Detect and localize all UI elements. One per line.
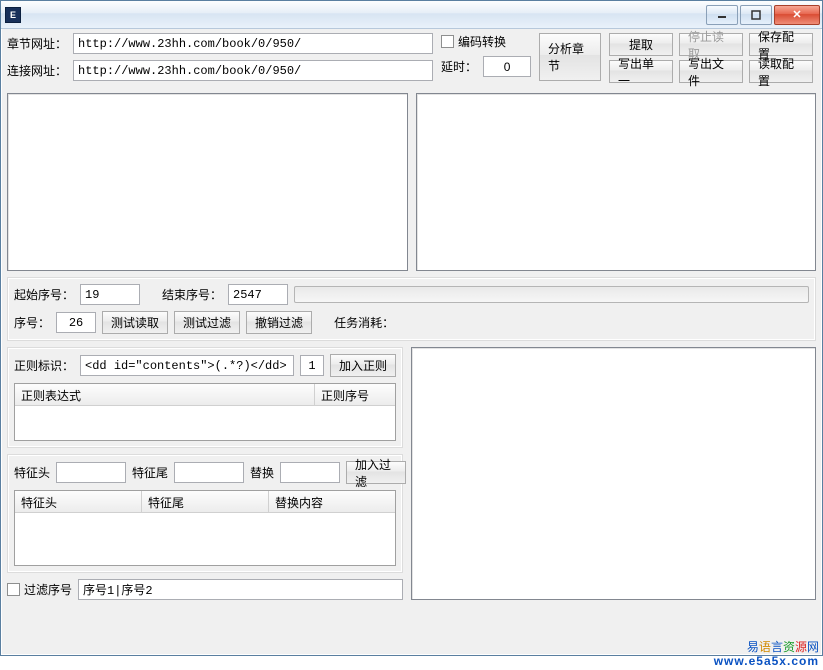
range-panel: 起始序号： 结束序号： 序号： 测试读取 测试过滤 撤销过滤 任务消耗： bbox=[7, 277, 816, 341]
regex-panel: 正则标识： 加入正则 正则表达式 正则序号 bbox=[7, 347, 403, 448]
regex-list[interactable]: 正则表达式 正则序号 bbox=[14, 383, 396, 441]
filter-seq-checkbox[interactable]: 过滤序号 bbox=[7, 581, 72, 598]
load-config-button[interactable]: 读取配置 bbox=[749, 60, 813, 83]
watermark-title: 易语言资源网 bbox=[714, 640, 819, 654]
add-regex-button[interactable]: 加入正则 bbox=[330, 354, 396, 377]
delay-label: 延时： bbox=[441, 58, 477, 75]
filter-col-tail: 特征尾 bbox=[142, 491, 269, 512]
seq-input[interactable] bbox=[56, 312, 96, 333]
minimize-button[interactable] bbox=[706, 5, 738, 25]
filter-tail-label: 特征尾 bbox=[132, 464, 168, 481]
regex-col-seq: 正则序号 bbox=[315, 384, 395, 405]
regex-input[interactable] bbox=[80, 355, 294, 376]
filter-col-replace: 替换内容 bbox=[269, 491, 395, 512]
filter-tail-input[interactable] bbox=[174, 462, 244, 483]
mid-area bbox=[7, 93, 816, 271]
titlebar: E ✕ bbox=[1, 1, 822, 29]
top-section: 章节网址： 连接网址： 编码转换 延时： bbox=[7, 33, 816, 87]
regex-label: 正则标识： bbox=[14, 357, 74, 374]
filter-list-header: 特征头 特征尾 替换内容 bbox=[15, 491, 395, 513]
left-textarea[interactable] bbox=[7, 93, 408, 271]
write-file-button[interactable]: 写出文件 bbox=[679, 60, 743, 83]
chapter-url-label: 章节网址： bbox=[7, 35, 67, 52]
encode-checkbox[interactable]: 编码转换 bbox=[441, 33, 506, 50]
analyze-button[interactable]: 分析章节 bbox=[539, 33, 601, 81]
filter-head-input[interactable] bbox=[56, 462, 126, 483]
app-icon: E bbox=[5, 7, 21, 23]
undo-filter-button[interactable]: 撤销过滤 bbox=[246, 311, 312, 334]
add-filter-button[interactable]: 加入过滤 bbox=[346, 461, 406, 484]
client-area: 章节网址： 连接网址： 编码转换 延时： bbox=[7, 33, 816, 649]
toolbar-grid: 提取 停止读取 保存配置 写出单一 写出文件 读取配置 bbox=[609, 33, 813, 87]
lower-section: 正则标识： 加入正则 正则表达式 正则序号 特征头 bbox=[7, 347, 816, 600]
task-cost-label: 任务消耗： bbox=[334, 314, 394, 331]
link-url-input[interactable] bbox=[73, 60, 433, 81]
regex-col-expr: 正则表达式 bbox=[15, 384, 315, 405]
encode-label: 编码转换 bbox=[458, 33, 506, 50]
start-seq-label: 起始序号： bbox=[14, 286, 74, 303]
filter-replace-label: 替换 bbox=[250, 464, 274, 481]
link-url-label: 连接网址： bbox=[7, 62, 67, 79]
right-textarea[interactable] bbox=[416, 93, 817, 271]
window-buttons: ✕ bbox=[706, 5, 822, 25]
filter-list[interactable]: 特征头 特征尾 替换内容 bbox=[14, 490, 396, 566]
filter-panel: 特征头 特征尾 替换 加入过滤 特征头 特征尾 替换内容 bbox=[7, 454, 403, 573]
end-seq-input[interactable] bbox=[228, 284, 288, 305]
maximize-button[interactable] bbox=[740, 5, 772, 25]
filter-head-label: 特征头 bbox=[14, 464, 50, 481]
app-window: E ✕ 章节网址： 连接网址： bbox=[0, 0, 823, 656]
watermark: 易语言资源网 www.e5a5x.com bbox=[714, 640, 819, 668]
test-read-button[interactable]: 测试读取 bbox=[102, 311, 168, 334]
delay-input[interactable] bbox=[483, 56, 531, 77]
regex-list-header: 正则表达式 正则序号 bbox=[15, 384, 395, 406]
watermark-url: www.e5a5x.com bbox=[714, 654, 819, 668]
end-seq-label: 结束序号： bbox=[162, 286, 222, 303]
start-seq-input[interactable] bbox=[80, 284, 140, 305]
extract-button[interactable]: 提取 bbox=[609, 33, 673, 56]
checkbox-icon bbox=[7, 583, 20, 596]
filter-seq-label: 过滤序号 bbox=[24, 581, 72, 598]
test-filter-button[interactable]: 测试过滤 bbox=[174, 311, 240, 334]
maximize-icon bbox=[751, 10, 761, 20]
right-column bbox=[411, 347, 816, 600]
filter-col-head: 特征头 bbox=[15, 491, 142, 512]
close-icon: ✕ bbox=[792, 8, 801, 21]
progress-bar bbox=[294, 286, 809, 303]
seq-label: 序号： bbox=[14, 314, 50, 331]
stop-read-button[interactable]: 停止读取 bbox=[679, 33, 743, 56]
save-config-button[interactable]: 保存配置 bbox=[749, 33, 813, 56]
close-button[interactable]: ✕ bbox=[774, 5, 820, 25]
checkbox-icon bbox=[441, 35, 454, 48]
write-single-button[interactable]: 写出单一 bbox=[609, 60, 673, 83]
filter-seq-input[interactable] bbox=[78, 579, 403, 600]
output-textarea[interactable] bbox=[411, 347, 816, 600]
minimize-icon bbox=[717, 10, 727, 20]
filter-replace-input[interactable] bbox=[280, 462, 340, 483]
chapter-url-input[interactable] bbox=[73, 33, 433, 54]
regex-num-input[interactable] bbox=[300, 355, 324, 376]
